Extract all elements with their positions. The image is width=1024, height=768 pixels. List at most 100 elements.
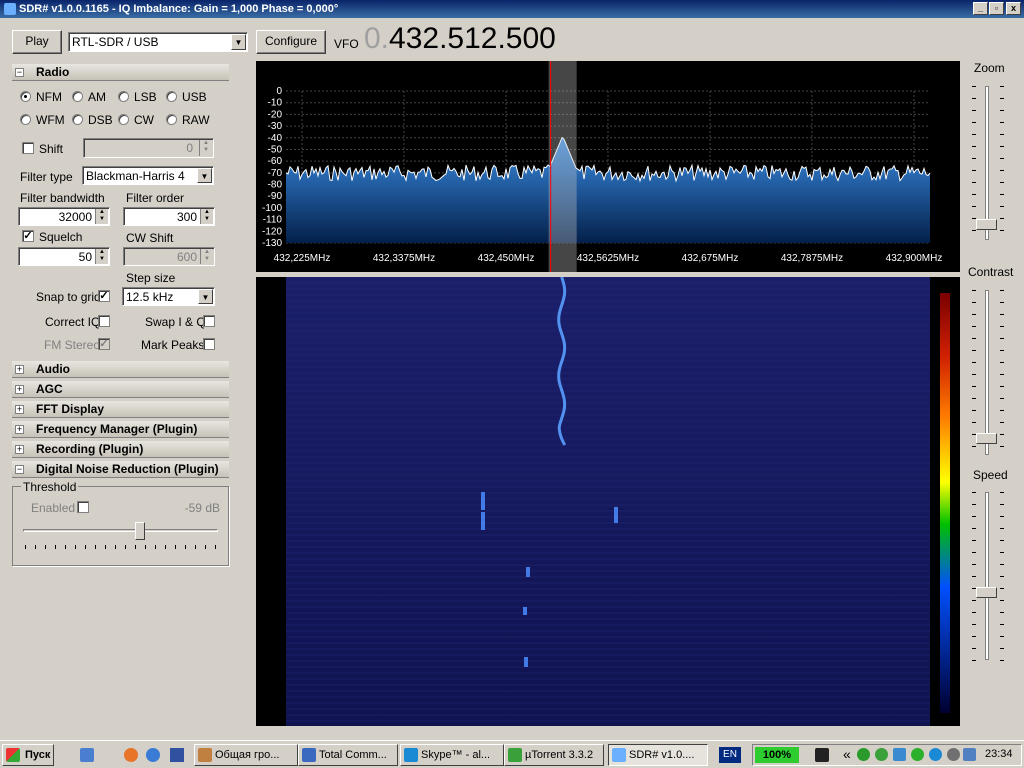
task-utorrent[interactable]: µTorrent 3.3.2 — [504, 744, 604, 766]
swap-iq-checkbox[interactable] — [203, 315, 215, 327]
section-agc[interactable]: + AGC — [12, 381, 229, 398]
tray-app-icon[interactable] — [857, 748, 870, 761]
mode-radio-wfm[interactable] — [20, 114, 31, 125]
network-icon[interactable] — [893, 748, 906, 761]
maximize-button[interactable]: ▫ — [989, 2, 1004, 15]
waterfall-display[interactable] — [256, 276, 960, 726]
waterfall-plot — [286, 276, 950, 726]
configure-button[interactable]: Configure — [256, 30, 326, 54]
waterfall-burst — [523, 607, 527, 615]
tray-expand-chevron-icon[interactable]: « — [843, 746, 851, 762]
vfo-display[interactable]: 0.432.512.500 — [364, 22, 556, 56]
mode-radio-raw[interactable] — [166, 114, 177, 125]
contrast-slider-thumb[interactable] — [976, 432, 997, 444]
mode-radio-lsb[interactable] — [118, 91, 129, 102]
task-skype[interactable]: Skype™ - al... — [400, 744, 504, 766]
mode-label-nfm: NFM — [36, 90, 62, 104]
save-icon[interactable] — [170, 748, 184, 762]
minimize-button[interactable]: _ — [973, 2, 988, 15]
zoom-slider-track[interactable] — [985, 86, 989, 240]
task-total-commander[interactable]: Total Comm... — [298, 744, 398, 766]
filter-order-spinner[interactable]: ▲ ▼ — [200, 209, 213, 224]
swap-iq-label: Swap I & Q — [145, 315, 206, 329]
spectrum-analyzer[interactable]: 0 -10 -20 -30 -40 -50 -60 -70 -80 -90 -100 -110 -120… — [256, 61, 960, 272]
correct-iq-checkbox[interactable] — [98, 315, 110, 327]
section-digital-noise-reduction-plugin[interactable]: − Digital Noise Reduction (Plugin) — [12, 461, 229, 478]
cw-shift-spinner[interactable]: ▲ ▼ — [200, 249, 213, 264]
mode-radio-nfm[interactable] — [20, 91, 31, 102]
task-shared-folder[interactable]: Общая гро... — [194, 744, 298, 766]
section-fft-display[interactable]: + FFT Display — [12, 401, 229, 418]
section-radio[interactable]: − Radio — [12, 64, 229, 81]
speed-slider-track[interactable] — [985, 492, 989, 660]
tray-check-icon[interactable] — [911, 748, 924, 761]
browser-icon[interactable] — [146, 748, 160, 762]
firefox-icon[interactable] — [124, 748, 138, 762]
slider-tick — [125, 545, 126, 549]
section-frequency-manager-plugin[interactable]: + Frequency Manager (Plugin) — [12, 421, 229, 438]
slider-tick — [195, 545, 196, 549]
filter-order-input[interactable]: 300 ▲ ▼ — [123, 207, 215, 226]
speed-slider-thumb[interactable] — [976, 586, 997, 598]
section-title: Digital Noise Reduction (Plugin) — [36, 462, 219, 476]
mode-radio-am[interactable] — [72, 91, 83, 102]
threshold-slider-track[interactable] — [23, 529, 218, 532]
chevron-down-icon[interactable]: ▼ — [197, 168, 212, 183]
shift-checkbox[interactable] — [22, 142, 34, 154]
show-desktop-icon[interactable] — [80, 748, 94, 762]
slider-tick — [972, 600, 976, 601]
device-select[interactable]: RTL-SDR / USB ▼ — [68, 32, 248, 52]
contrast-slider-track[interactable] — [985, 290, 989, 455]
tray-settings-icon[interactable] — [947, 748, 960, 761]
chevron-down-icon[interactable]: ▼ — [231, 34, 246, 50]
mark-peaks-checkbox[interactable] — [203, 338, 215, 350]
vfo-frequency: 432.512.500 — [389, 22, 556, 55]
slider-tick — [1000, 182, 1004, 183]
slider-tick — [972, 540, 976, 541]
start-button[interactable]: Пуск — [2, 744, 54, 766]
task-sdrsharp[interactable]: SDR# v1.0.... — [608, 744, 708, 766]
slider-tick — [1000, 564, 1004, 565]
squelch-spinner[interactable]: ▲ ▼ — [95, 249, 108, 264]
shift-input[interactable]: 0 ▲ ▼ — [83, 138, 214, 158]
filter-type-value: Blackman-Harris 4 — [86, 169, 185, 183]
vfo-filter-band[interactable] — [548, 61, 577, 272]
close-button[interactable]: x — [1006, 2, 1021, 15]
shift-label: Shift — [39, 142, 64, 156]
slider-tick — [1000, 422, 1004, 423]
dnr-enabled-checkbox[interactable] — [77, 501, 89, 513]
filter-type-select[interactable]: Blackman-Harris 4 ▼ — [82, 166, 214, 185]
mode-radio-cw[interactable] — [118, 114, 129, 125]
cw-shift-input[interactable]: 600 ▲ ▼ — [123, 247, 215, 266]
mode-radio-dsb[interactable] — [72, 114, 83, 125]
filter-bandwidth-input[interactable]: 32000 ▲ ▼ — [18, 207, 110, 226]
slider-tick — [972, 446, 976, 447]
section-recording-plugin[interactable]: + Recording (Plugin) — [12, 441, 229, 458]
section-audio[interactable]: + Audio — [12, 361, 229, 378]
mode-radio-usb[interactable] — [166, 91, 177, 102]
skype-tray-icon[interactable] — [929, 748, 942, 761]
power-plug-icon[interactable] — [815, 748, 829, 762]
language-indicator[interactable]: EN — [719, 747, 741, 763]
threshold-slider-thumb[interactable] — [135, 522, 145, 540]
shift-spinner[interactable]: ▲ ▼ — [199, 140, 212, 156]
waterfall-burst — [481, 492, 485, 510]
play-button[interactable]: Play — [12, 30, 62, 54]
utorrent-tray-icon[interactable] — [875, 748, 888, 761]
fm-stereo-checkbox[interactable]: ✓ — [98, 338, 110, 350]
battery-indicator[interactable]: 100% — [755, 747, 799, 763]
squelch-checkbox[interactable]: ✓ — [22, 230, 34, 242]
chevron-down-icon[interactable]: ▼ — [198, 289, 213, 304]
squelch-input[interactable]: 50 ▲ ▼ — [18, 247, 110, 266]
db-label: -80 — [268, 180, 283, 191]
volume-icon[interactable] — [963, 748, 976, 761]
slider-tick — [1000, 636, 1004, 637]
spectrum-fill — [286, 137, 930, 243]
clock[interactable]: 23:34 — [985, 748, 1013, 760]
filter-bandwidth-value: 32000 — [58, 210, 92, 224]
step-size-select[interactable]: 12.5 kHz ▼ — [122, 287, 215, 306]
snap-to-grid-checkbox[interactable]: ✓ — [98, 290, 110, 302]
filter-bandwidth-spinner[interactable]: ▲ ▼ — [95, 209, 108, 224]
zoom-slider-thumb[interactable] — [976, 218, 997, 230]
slider-tick — [1000, 134, 1004, 135]
